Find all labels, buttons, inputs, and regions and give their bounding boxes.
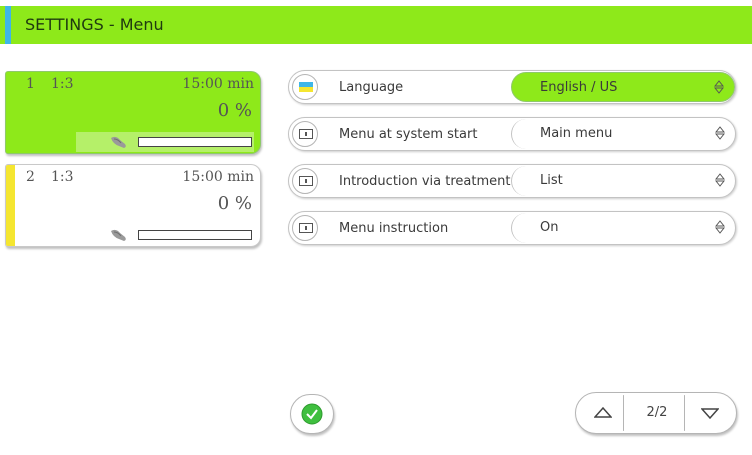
- title-accent-stripe: [5, 6, 11, 44]
- setting-row-introduction-via-treatment[interactable]: Introduction via treatment List: [288, 164, 736, 198]
- progress-bar: [138, 137, 252, 147]
- handpiece-icon: [111, 136, 126, 148]
- setting-label: Language: [339, 80, 404, 95]
- treatment-color-bar: [6, 165, 15, 246]
- treatment-percent: 0 %: [217, 193, 252, 214]
- keyboard-icon[interactable]: [292, 168, 318, 194]
- language-select[interactable]: English / US: [511, 72, 735, 102]
- treatment-number: 1: [26, 76, 35, 92]
- pager-divider: [684, 395, 685, 431]
- page-up-icon[interactable]: [594, 406, 612, 418]
- menu-instruction-select[interactable]: On: [511, 213, 735, 243]
- handpiece-icon: [111, 229, 126, 241]
- setting-row-menu-instruction[interactable]: Menu instruction On: [288, 211, 736, 245]
- treatment-color-bar: [6, 72, 15, 153]
- treatment-percent: 0 %: [217, 100, 252, 121]
- treatment-time: 15:00 min: [182, 169, 254, 185]
- setting-row-language[interactable]: Language English / US: [288, 70, 736, 104]
- updown-arrows-icon: [715, 173, 725, 187]
- setting-label: Introduction via treatment: [339, 174, 511, 189]
- treatment-time: 15:00 min: [182, 76, 254, 92]
- page-title: SETTINGS - Menu: [25, 15, 164, 34]
- menu-at-system-start-select[interactable]: Main menu: [511, 119, 735, 149]
- treatment-ratio: 1:3: [51, 76, 74, 92]
- setting-label: Menu at system start: [339, 127, 478, 142]
- pager-divider: [623, 395, 624, 431]
- treatment-ratio: 1:3: [51, 169, 74, 185]
- introduction-via-treatment-select[interactable]: List: [511, 166, 735, 196]
- treatment-number: 2: [26, 169, 35, 185]
- page-indicator: 2/2: [646, 405, 668, 420]
- updown-arrows-icon: [715, 220, 725, 234]
- confirm-button[interactable]: [290, 394, 334, 434]
- updown-arrows-icon: [715, 126, 725, 140]
- setting-value: English / US: [540, 80, 618, 95]
- setting-value: List: [540, 173, 563, 188]
- treatment-panel-2[interactable]: 2 1:3 15:00 min 0 %: [5, 164, 261, 247]
- pager: 2/2: [575, 392, 737, 434]
- updown-arrows-icon: [714, 80, 724, 94]
- setting-value: Main menu: [540, 126, 613, 141]
- keyboard-icon[interactable]: [292, 215, 318, 241]
- setting-value: On: [540, 220, 559, 235]
- page-down-icon[interactable]: [701, 408, 719, 420]
- progress-bar: [138, 230, 252, 240]
- setting-row-menu-at-system-start[interactable]: Menu at system start Main menu: [288, 117, 736, 151]
- flag-icon[interactable]: [292, 74, 318, 100]
- treatment-panel-1[interactable]: 1 1:3 15:00 min 0 %: [5, 71, 261, 154]
- checkmark-icon: [301, 403, 323, 425]
- setting-label: Menu instruction: [339, 221, 449, 236]
- title-bar: SETTINGS - Menu: [0, 6, 752, 44]
- keyboard-icon[interactable]: [292, 121, 318, 147]
